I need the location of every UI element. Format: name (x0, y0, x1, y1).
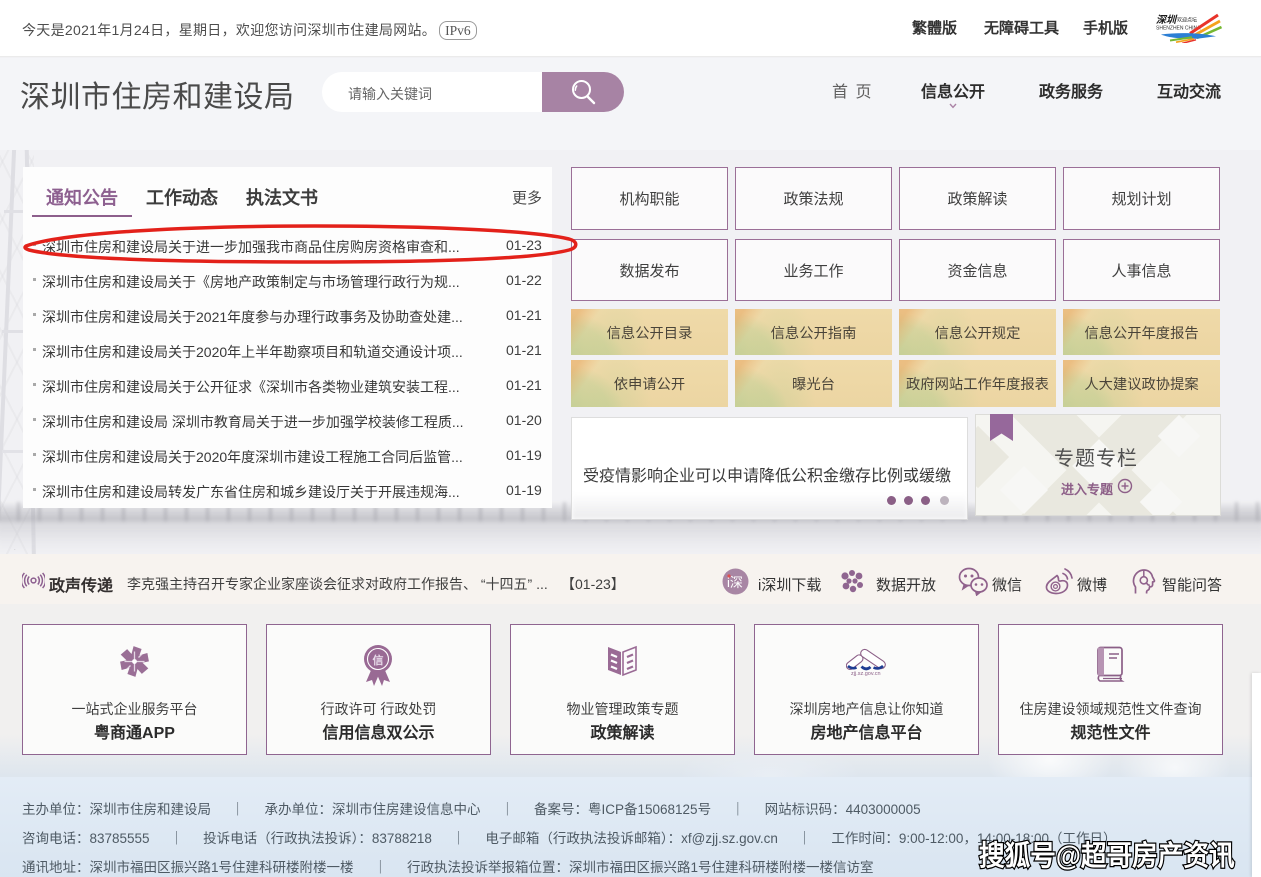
svg-text:深圳: 深圳 (1156, 14, 1178, 26)
svg-text:zjj.sz.gov.cn: zjj.sz.gov.cn (851, 671, 881, 676)
svg-text:欢迎点坛: 欢迎点坛 (1177, 17, 1197, 24)
svg-text:信: 信 (373, 653, 384, 667)
